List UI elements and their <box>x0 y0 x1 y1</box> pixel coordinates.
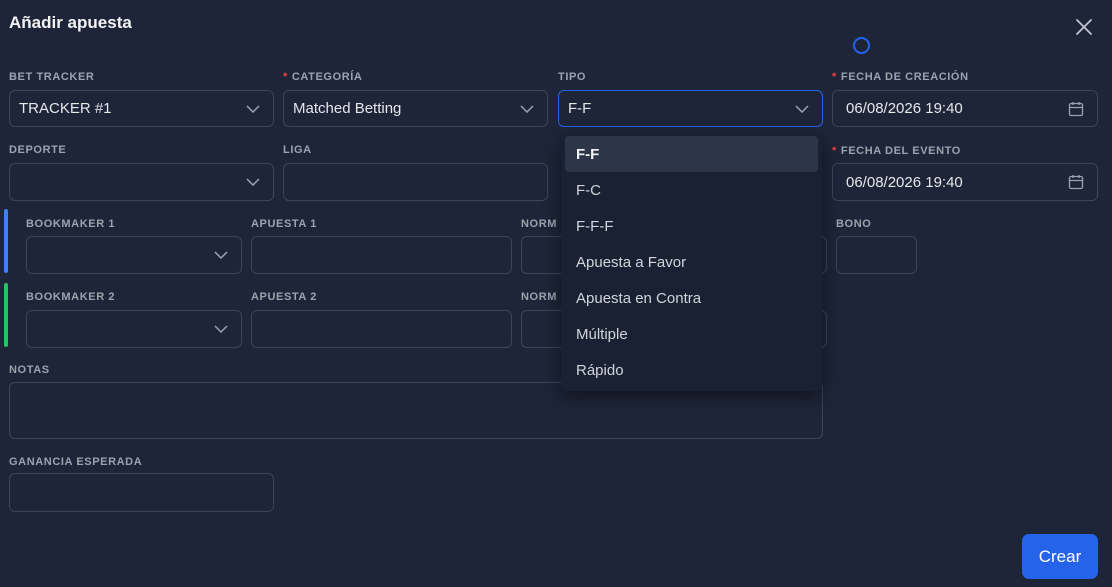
fecha-creacion-input[interactable]: 06/08/2026 19:40 <box>832 90 1098 127</box>
required-mark: * <box>283 71 288 83</box>
chevron-down-icon <box>214 325 228 333</box>
chevron-down-icon <box>795 104 809 113</box>
tipo-option[interactable]: Rápido <box>565 352 818 388</box>
bookmaker2-label: BOOKMAKER 2 <box>26 291 116 303</box>
apuesta1-label: APUESTA 1 <box>251 218 317 230</box>
bet-tracker-select[interactable]: TRACKER #1 <box>9 90 274 127</box>
chevron-down-icon <box>214 251 228 259</box>
ganancia-input[interactable] <box>9 473 274 512</box>
tipo-option[interactable]: Apuesta a Favor <box>565 244 818 280</box>
fecha-creacion-value: 06/08/2026 19:40 <box>846 100 963 117</box>
required-mark: * <box>832 145 837 157</box>
apuesta2-label: APUESTA 2 <box>251 291 317 303</box>
bookmaker2-select[interactable] <box>26 310 242 348</box>
tipo-dropdown: F-F F-C F-F-F Apuesta a Favor Apuesta en Con… <box>561 134 822 391</box>
apuesta1-input[interactable] <box>251 236 512 274</box>
categoria-label: * CATEGORÍA <box>283 71 363 83</box>
bookmaker1-label: BOOKMAKER 1 <box>26 218 116 230</box>
calendar-icon[interactable] <box>1068 101 1084 117</box>
loading-spinner-icon <box>853 37 870 54</box>
modal-title: Añadir apuesta <box>9 13 132 32</box>
notas-label: NOTAS <box>9 364 50 376</box>
bet-tracker-value: TRACKER #1 <box>19 100 112 117</box>
tipo-label: TIPO <box>558 71 587 83</box>
fecha-evento-label: * FECHA DEL EVENTO <box>832 145 961 157</box>
tipo-option[interactable]: F-F-F <box>565 208 818 244</box>
fecha-creacion-label: * FECHA DE CREACIÓN <box>832 71 969 83</box>
ganancia-label: GANANCIA ESPERADA <box>9 456 143 468</box>
bookmaker1-select[interactable] <box>26 236 242 274</box>
norm2-label: NORM <box>521 291 558 303</box>
tipo-option[interactable]: F-F <box>565 136 818 172</box>
chevron-down-icon <box>520 104 534 113</box>
close-icon[interactable] <box>1074 17 1094 37</box>
categoria-value: Matched Betting <box>293 100 402 117</box>
crear-button[interactable]: Crear <box>1022 534 1098 579</box>
bono-input[interactable] <box>836 236 917 274</box>
bookmaker2-accent-bar <box>4 283 8 347</box>
categoria-select[interactable]: Matched Betting <box>283 90 548 127</box>
chevron-down-icon <box>246 104 260 113</box>
bookmaker1-accent-bar <box>4 209 8 273</box>
tipo-option[interactable]: Apuesta en Contra <box>565 280 818 316</box>
liga-label: LIGA <box>283 144 312 156</box>
fecha-evento-value: 06/08/2026 19:40 <box>846 173 963 191</box>
bono-label: BONO <box>836 218 872 230</box>
required-mark: * <box>832 71 837 83</box>
deporte-label: DEPORTE <box>9 144 67 156</box>
bet-tracker-label: BET TRACKER <box>9 71 95 83</box>
apuesta2-input[interactable] <box>251 310 512 348</box>
deporte-select[interactable] <box>9 163 274 201</box>
fecha-evento-input[interactable]: 06/08/2026 19:40 <box>832 163 1098 201</box>
tipo-value: F-F <box>568 100 592 117</box>
liga-input[interactable] <box>283 163 548 201</box>
tipo-select[interactable]: F-F <box>558 90 823 127</box>
tipo-option[interactable]: F-C <box>565 172 818 208</box>
tipo-option[interactable]: Múltiple <box>565 316 818 352</box>
chevron-down-icon <box>246 178 260 186</box>
norm1-label: NORM <box>521 218 558 230</box>
calendar-icon[interactable] <box>1068 174 1084 190</box>
